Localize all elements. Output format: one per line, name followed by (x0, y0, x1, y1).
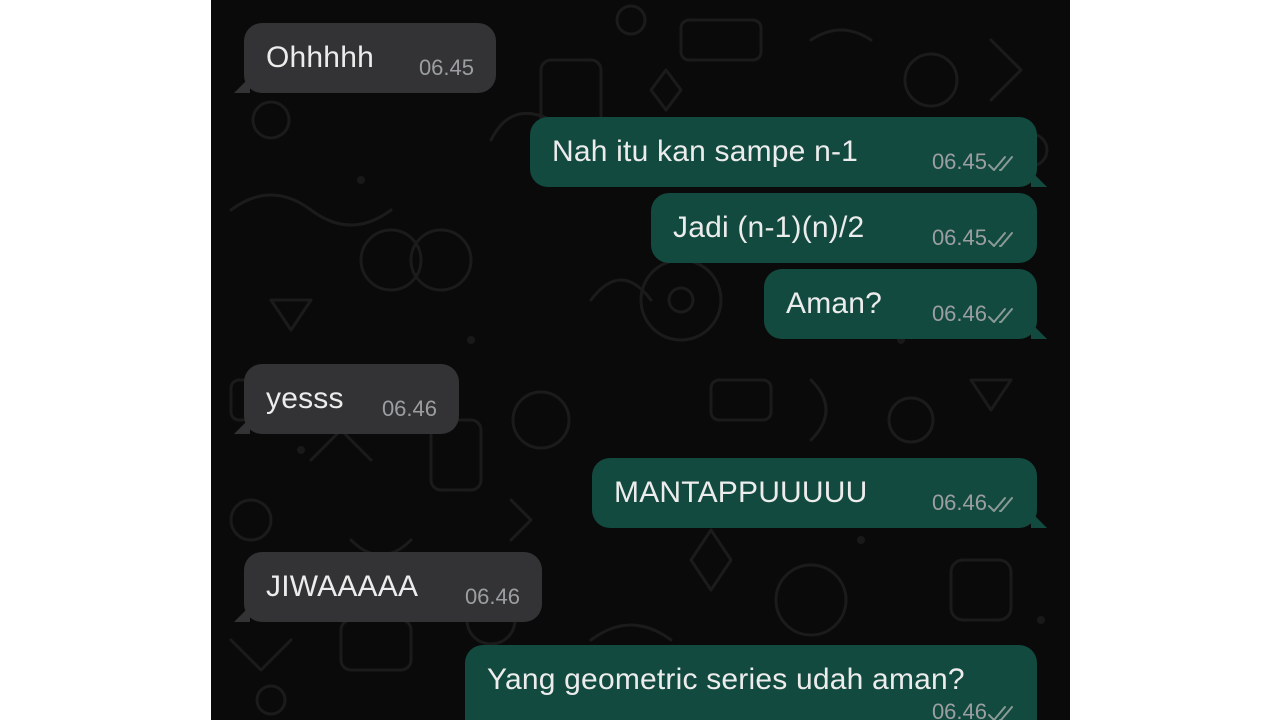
double-check-icon (988, 308, 1013, 323)
chat-area[interactable]: Ohhhhh 06.45 Nah itu kan sampe n-1 06.45… (211, 0, 1070, 720)
message-text: JIWAAAAA (266, 570, 419, 603)
message-text: Aman? (786, 287, 883, 320)
double-check-icon (988, 232, 1013, 247)
bubble-tail (234, 606, 250, 622)
message-timestamp: 06.46 (931, 490, 987, 515)
message-text: Ohhhhh (266, 41, 374, 74)
message-text: Nah itu kan sampe n-1 (552, 135, 859, 168)
incoming-message-bubble[interactable]: yesss 06.46 (234, 364, 459, 434)
incoming-message-bubble[interactable]: JIWAAAAA 06.46 (234, 552, 542, 622)
message-timestamp: 06.46 (464, 584, 520, 609)
double-check-icon (988, 706, 1013, 720)
message-timestamp: 06.46 (381, 396, 437, 421)
incoming-message-bubble[interactable]: Ohhhhh 06.45 (234, 23, 496, 93)
message-text: yesss (266, 382, 344, 415)
double-check-icon (988, 497, 1013, 512)
outgoing-message-bubble[interactable]: MANTAPPUUUUU 06.46 (592, 458, 1047, 528)
message-timestamp: 06.46 (931, 301, 987, 326)
bubble-tail (1031, 512, 1047, 528)
message-timestamp: 06.45 (931, 149, 987, 174)
message-text: Jadi (n-1)(n)/2 (673, 211, 865, 244)
bubble-tail (234, 418, 250, 434)
outgoing-message-bubble[interactable]: Jadi (n-1)(n)/2 06.45 (651, 193, 1037, 263)
outgoing-message-bubble[interactable]: Nah itu kan sampe n-1 06.45 (530, 117, 1047, 187)
bubble-tail (1031, 171, 1047, 187)
double-check-icon (988, 156, 1013, 171)
message-text: Yang geometric series udah aman? (487, 663, 965, 696)
message-timestamp: 06.45 (418, 55, 474, 80)
message-timestamp: 06.46 (931, 699, 987, 720)
outgoing-message-bubble[interactable]: Aman? 06.46 (764, 269, 1047, 339)
message-timestamp: 06.45 (931, 225, 987, 250)
bubble-tail (234, 77, 250, 93)
message-text: MANTAPPUUUUU (614, 476, 868, 509)
bubble-tail (1031, 323, 1047, 339)
outgoing-message-bubble[interactable]: Yang geometric series udah aman? 06.46 (465, 645, 1037, 720)
